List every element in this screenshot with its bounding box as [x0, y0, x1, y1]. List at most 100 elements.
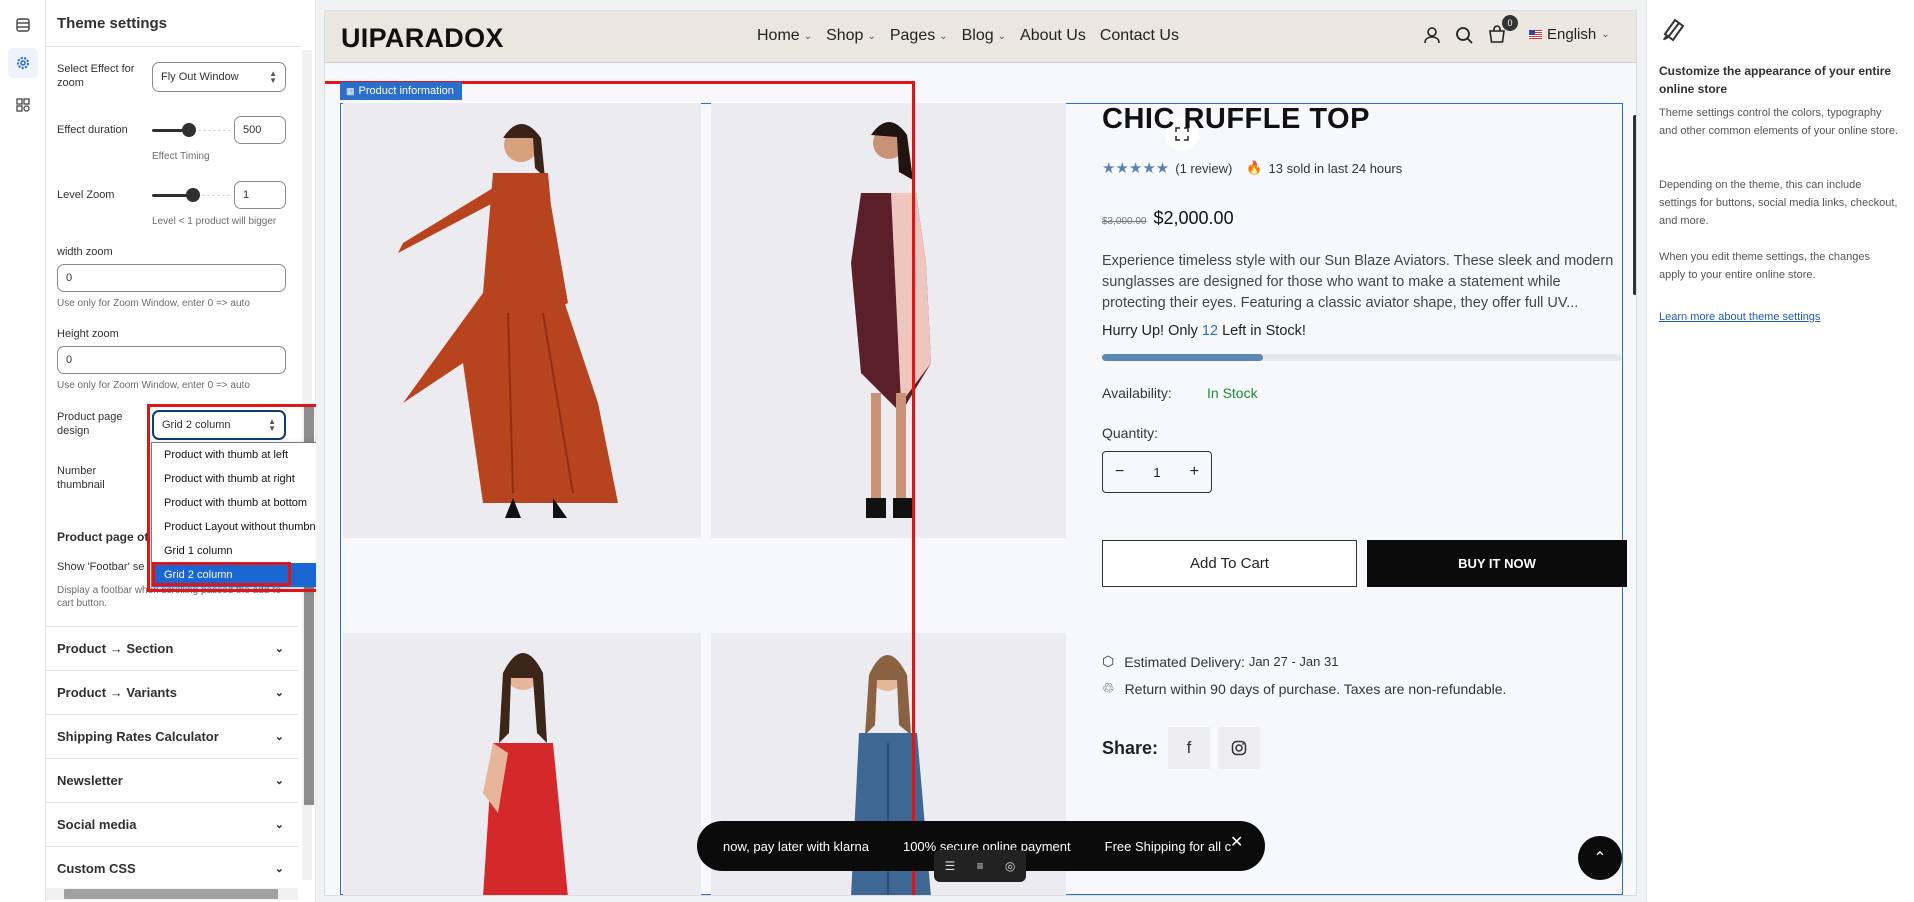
- chevron-down-icon: ⌄: [274, 775, 284, 787]
- facebook-icon[interactable]: f: [1168, 727, 1211, 769]
- plus-icon[interactable]: +: [1190, 463, 1199, 481]
- add-to-cart-button[interactable]: Add To Cart: [1102, 540, 1357, 587]
- help-title: Customize the appearance of your entire …: [1659, 64, 1892, 96]
- effect-duration-label: Effect duration: [57, 124, 128, 136]
- section-label: Newsletter: [57, 773, 123, 788]
- section-label: Product → Section: [57, 641, 174, 656]
- product-page-other-heading: Product page ot: [57, 530, 149, 544]
- floating-toolbar: ☰ ≡ ◎: [934, 850, 1026, 882]
- promo-message: Free Shipping for all c: [1104, 838, 1232, 854]
- price-row: $3,000.00 $2,000.00: [1102, 208, 1234, 229]
- chevrons-up-icon: ⌃: [1593, 850, 1607, 867]
- width-zoom-input[interactable]: 0: [57, 264, 286, 292]
- zoom-effect-select[interactable]: Fly Out Window ▲ ▼: [152, 62, 286, 92]
- nav-home[interactable]: Home ⌄: [757, 27, 812, 45]
- gear-icon[interactable]: [8, 48, 38, 78]
- chevron-down-icon: ⌄: [939, 30, 948, 42]
- quantity-value[interactable]: 1: [1153, 465, 1160, 480]
- share-label: Share:: [1102, 737, 1159, 758]
- nav-shop[interactable]: Shop ⌄: [826, 27, 876, 45]
- dropdown-option[interactable]: Product Layout without thumbnail: [152, 515, 342, 539]
- language-selector[interactable]: English ⌄: [1529, 26, 1610, 43]
- level-zoom-input[interactable]: 1: [234, 181, 286, 209]
- us-flag-icon: [1529, 30, 1542, 39]
- section-newsletter[interactable]: Newsletter ⌄: [46, 758, 298, 802]
- sections-icon[interactable]: [8, 10, 38, 40]
- instagram-icon[interactable]: [1218, 727, 1261, 769]
- returns-info: ♲ Return within 90 days of purchase. Tax…: [1102, 680, 1506, 697]
- dropdown-option[interactable]: Product with thumb at bottom: [152, 491, 342, 515]
- page-design-value: Grid 2 column: [162, 419, 231, 431]
- chevron-down-icon: ⌄: [274, 863, 284, 875]
- product-photo-3[interactable]: [343, 633, 701, 895]
- availability-label: Availability:: [1102, 385, 1172, 401]
- help-paragraph: When you edit theme settings, the change…: [1659, 251, 1870, 281]
- preview-scrollbar[interactable]: [1633, 115, 1636, 295]
- stock-progress-fill: [1102, 354, 1264, 361]
- section-label: Product → Variants: [57, 685, 177, 700]
- nav-blog[interactable]: Blog ⌄: [962, 27, 1006, 45]
- panel-horizontal-scrollbar[interactable]: [46, 888, 298, 900]
- promo-message: now, pay later with klarna: [723, 838, 869, 854]
- eye-off-icon[interactable]: ◎: [1005, 859, 1015, 873]
- dropdown-option[interactable]: Product with thumb at right: [152, 467, 342, 491]
- returns-text: Return within 90 days of purchase. Taxes…: [1124, 680, 1507, 697]
- dropdown-option[interactable]: Grid 1 column: [152, 539, 342, 563]
- nav-about-us[interactable]: About Us: [1020, 27, 1086, 45]
- nav-pages[interactable]: Pages ⌄: [890, 27, 948, 45]
- width-zoom-help: Use only for Zoom Window, enter 0 => aut…: [57, 298, 250, 309]
- effect-duration-help: Effect Timing: [152, 151, 210, 162]
- language-label: English: [1547, 26, 1597, 43]
- level-zoom-slider[interactable]: [152, 188, 230, 202]
- nav-contact-us[interactable]: Contact Us: [1100, 27, 1179, 45]
- select-arrows-icon: ▲ ▼: [268, 417, 276, 433]
- scrollbar-thumb[interactable]: [64, 889, 278, 899]
- effect-duration-slider[interactable]: [152, 123, 230, 137]
- page-design-dropdown: Product with thumb at left Product with …: [151, 442, 342, 587]
- footbar-label: Show 'Footbar' se: [57, 561, 145, 573]
- effect-duration-input[interactable]: 500: [234, 116, 286, 144]
- quantity-label: Quantity:: [1102, 425, 1159, 441]
- apps-icon[interactable]: [8, 90, 38, 120]
- account-icon[interactable]: [1423, 26, 1441, 44]
- section-custom-css[interactable]: Custom CSS ⌄: [46, 846, 298, 890]
- learn-more-link[interactable]: Learn more about theme settings: [1659, 311, 1820, 323]
- height-zoom-help: Use only for Zoom Window, enter 0 => aut…: [57, 380, 250, 391]
- stock-progress: [1102, 354, 1622, 361]
- product-photo-1[interactable]: [343, 103, 701, 538]
- slider-knob[interactable]: [186, 188, 200, 202]
- section-product-section[interactable]: Product → Section ⌄: [46, 626, 298, 670]
- theme-editor: Theme settings ▲ Select Effect for zoom …: [0, 0, 1914, 902]
- share-row: Share: f: [1102, 727, 1261, 769]
- section-product-variants[interactable]: Product → Variants ⌄: [46, 670, 298, 714]
- store-header: UIPARADOX Home ⌄ Shop ⌄ Pages ⌄ Blog ⌄ About…: [325, 11, 1636, 63]
- dropdown-option[interactable]: Product with thumb at left: [152, 443, 342, 467]
- product-photo-2[interactable]: [711, 103, 1066, 538]
- section-social-media[interactable]: Social media ⌄: [46, 802, 298, 846]
- page-design-select[interactable]: Grid 2 column ▲ ▼: [152, 410, 286, 440]
- buy-now-button[interactable]: BUY IT NOW: [1367, 540, 1627, 587]
- section-label: Social media: [57, 817, 137, 832]
- search-icon[interactable]: [1455, 26, 1473, 44]
- section-tag[interactable]: ▦ Product information: [340, 82, 462, 100]
- stock-urgency: Hurry Up! Only 12 Left in Stock!: [1102, 323, 1306, 339]
- height-zoom-input[interactable]: 0: [57, 346, 286, 374]
- dropdown-option-selected[interactable]: Grid 2 column: [152, 563, 342, 587]
- store-logo[interactable]: UIPARADOX: [341, 23, 504, 54]
- list-icon[interactable]: ≡: [977, 859, 984, 873]
- review-count[interactable]: (1 review): [1175, 161, 1232, 176]
- select-arrows-icon: ▲ ▼: [269, 69, 277, 85]
- availability-value: In Stock: [1207, 385, 1258, 401]
- delivery-info: ⬡ Estimated Delivery: Jan 27 - Jan 31: [1102, 653, 1338, 670]
- number-thumbnail-label: Number thumbnail: [57, 465, 105, 491]
- back-to-top-button[interactable]: ⌃: [1578, 836, 1622, 880]
- section-label: Shipping Rates Calculator: [57, 729, 219, 744]
- slider-knob[interactable]: [182, 123, 196, 137]
- indent-icon[interactable]: ☰: [945, 859, 956, 873]
- close-icon[interactable]: ✕: [1230, 832, 1243, 852]
- minus-icon[interactable]: −: [1115, 463, 1124, 481]
- width-zoom-label: width zoom: [57, 246, 113, 258]
- delivery-dates: Jan 27 - Jan 31: [1248, 654, 1339, 669]
- section-shipping-rates[interactable]: Shipping Rates Calculator ⌄: [46, 714, 298, 758]
- help-panel: Customize the appearance of your entire …: [1646, 0, 1914, 902]
